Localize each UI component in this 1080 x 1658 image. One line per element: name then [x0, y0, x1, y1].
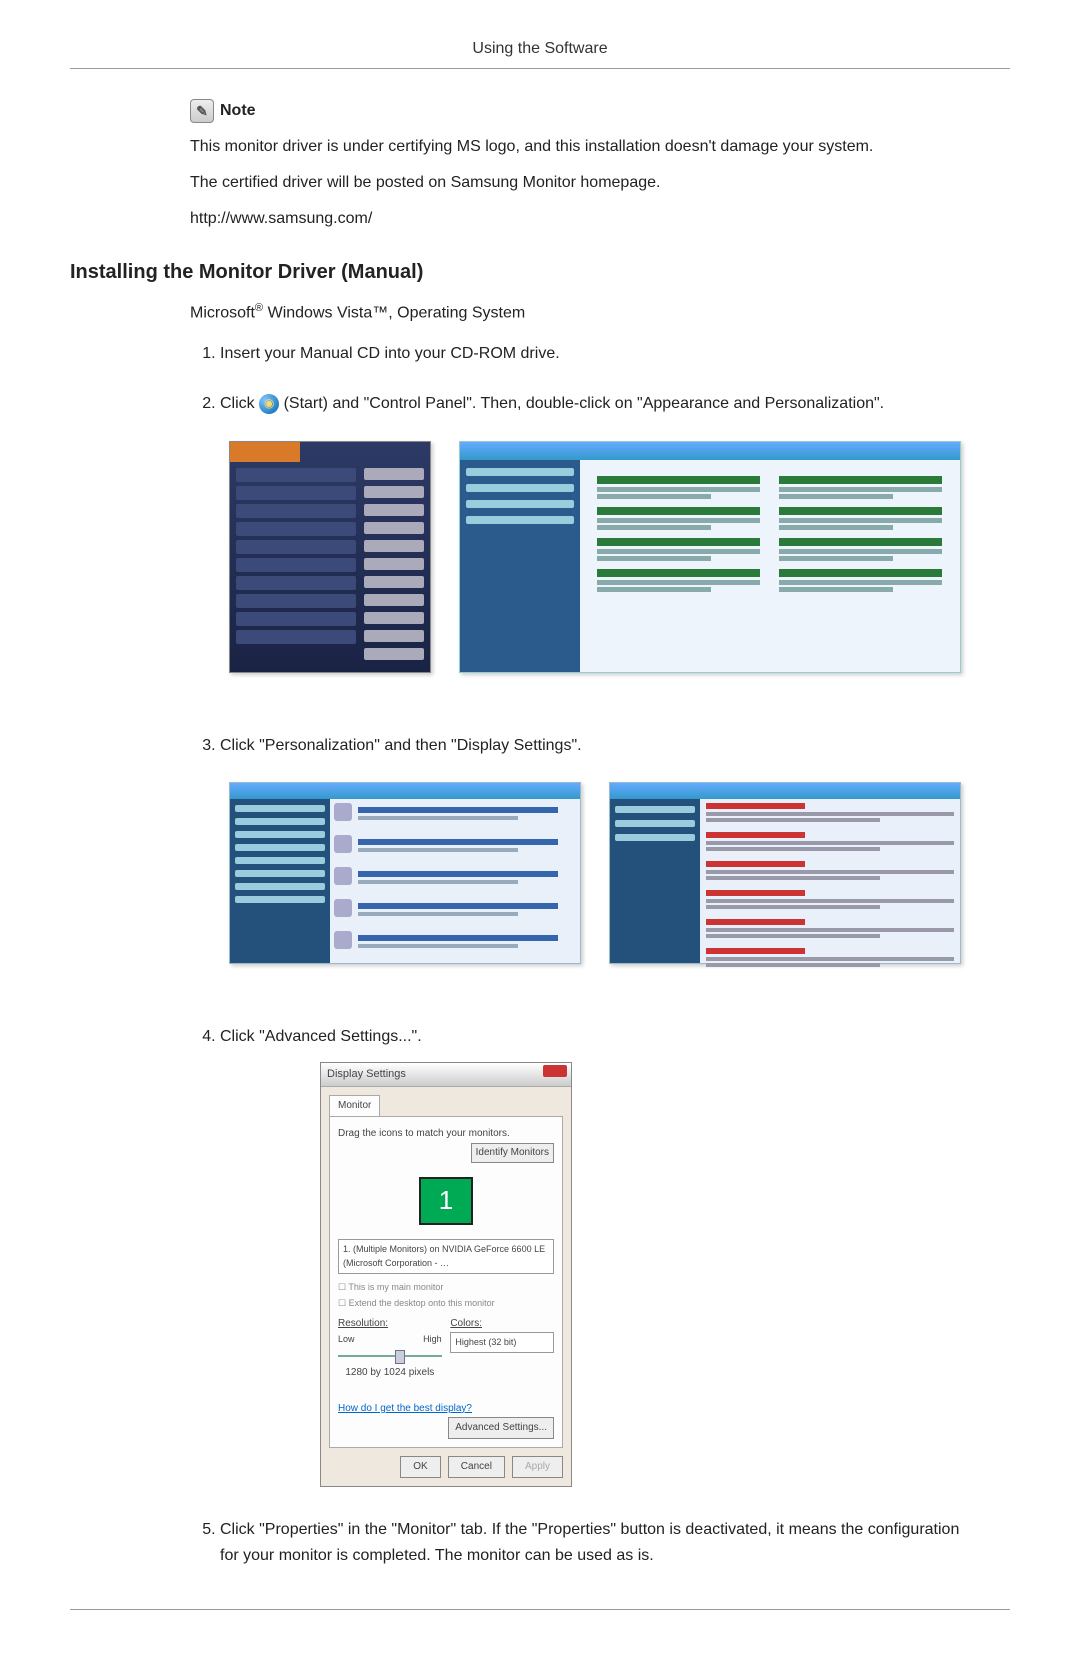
monitor-number: 1: [439, 1180, 453, 1222]
resolution-label: Resolution:: [338, 1316, 442, 1332]
screenshot-row-step3: [220, 770, 970, 994]
chk2-label: Extend the desktop onto this monitor: [349, 1298, 495, 1308]
resolution-slider[interactable]: [338, 1355, 442, 1357]
advanced-settings-button[interactable]: Advanced Settings...: [448, 1417, 554, 1439]
step-4: Click "Advanced Settings...". Display Se…: [220, 1024, 970, 1487]
colors-dropdown[interactable]: Highest (32 bit): [450, 1332, 554, 1352]
slider-high: High: [423, 1332, 442, 1346]
screenshot-personalization: [609, 782, 961, 964]
apply-button[interactable]: Apply: [512, 1456, 563, 1478]
dialog-title: Display Settings: [327, 1068, 406, 1080]
step-2: Click ◉ (Start) and "Control Panel". The…: [220, 391, 970, 703]
slider-low: Low: [338, 1332, 355, 1346]
step-5: Click "Properties" in the "Monitor" tab.…: [220, 1517, 970, 1568]
note-block: ✎ Note This monitor driver is under cert…: [190, 99, 970, 231]
note-label-row: ✎ Note: [190, 99, 970, 123]
step-3-text: Click "Personalization" and then "Displa…: [220, 737, 582, 754]
note-line-1: This monitor driver is under certifying …: [190, 135, 970, 159]
note-line-2: The certified driver will be posted on S…: [190, 171, 970, 195]
note-text: This monitor driver is under certifying …: [190, 135, 970, 231]
steps-list: Insert your Manual CD into your CD-ROM d…: [220, 341, 970, 1568]
colors-label: Colors:: [450, 1316, 554, 1332]
step-5-text: Click "Properties" in the "Monitor" tab.…: [220, 1521, 959, 1564]
close-icon[interactable]: [543, 1065, 567, 1077]
screenshot-start-menu: [229, 441, 431, 673]
dialog-titlebar: Display Settings: [321, 1063, 571, 1088]
subtitle-mid: Windows Vista™, Operating System: [263, 304, 525, 321]
page-header-title: Using the Software: [472, 40, 607, 57]
chk1-label: This is my main monitor: [348, 1282, 443, 1292]
step-3: Click "Personalization" and then "Displa…: [220, 733, 970, 995]
dialog-button-row: OK Cancel Apply: [329, 1456, 563, 1478]
subtitle-pre: Microsoft: [190, 304, 255, 321]
note-label: Note: [220, 102, 256, 120]
windows-start-icon: ◉: [259, 394, 279, 414]
cancel-button[interactable]: Cancel: [448, 1456, 505, 1478]
screenshot-display-settings-dialog: Display Settings Monitor Drag the icons …: [320, 1062, 572, 1488]
resolution-group: Resolution: Low High 1280 by 1024 pixels: [338, 1316, 442, 1384]
screenshot-control-panel: [459, 441, 961, 673]
step-2-text-b: (Start) and "Control Panel". Then, doubl…: [284, 395, 885, 412]
step-4-text: Click "Advanced Settings...".: [220, 1028, 422, 1045]
step-2-text-a: Click: [220, 395, 259, 412]
registered-mark: ®: [255, 302, 263, 314]
section-subtitle: Microsoft® Windows Vista™, Operating Sys…: [190, 300, 1010, 325]
screenshot-row-step2: [220, 429, 970, 703]
step-1: Insert your Manual CD into your CD-ROM d…: [220, 341, 970, 367]
help-link[interactable]: How do I get the best display?: [338, 1401, 472, 1417]
dialog-panel: Drag the icons to match your monitors. I…: [329, 1116, 563, 1448]
ok-button[interactable]: OK: [400, 1456, 440, 1478]
section-title: Installing the Monitor Driver (Manual): [70, 261, 1010, 284]
screenshot-appearance-personalization: [229, 782, 581, 964]
checkbox-extend-desktop[interactable]: ☐ Extend the desktop onto this monitor: [338, 1296, 554, 1310]
tab-monitor[interactable]: Monitor: [329, 1095, 380, 1116]
identify-monitors-button[interactable]: Identify Monitors: [471, 1143, 554, 1163]
colors-group: Colors: Highest (32 bit): [450, 1316, 554, 1384]
checkbox-main-monitor[interactable]: ☐ This is my main monitor: [338, 1280, 554, 1294]
footer-rule: [70, 1609, 1010, 1610]
monitor-icon[interactable]: 1: [419, 1177, 473, 1225]
note-icon: ✎: [190, 99, 214, 123]
monitor-select-dropdown[interactable]: 1. (Multiple Monitors) on NVIDIA GeForce…: [338, 1239, 554, 1274]
drag-instruction: Drag the icons to match your monitors.: [338, 1128, 510, 1139]
page-header: Using the Software: [70, 40, 1010, 69]
step-1-text: Insert your Manual CD into your CD-ROM d…: [220, 345, 560, 362]
note-line-3: http://www.samsung.com/: [190, 207, 970, 231]
current-resolution: 1280 by 1024 pixels: [338, 1365, 442, 1381]
